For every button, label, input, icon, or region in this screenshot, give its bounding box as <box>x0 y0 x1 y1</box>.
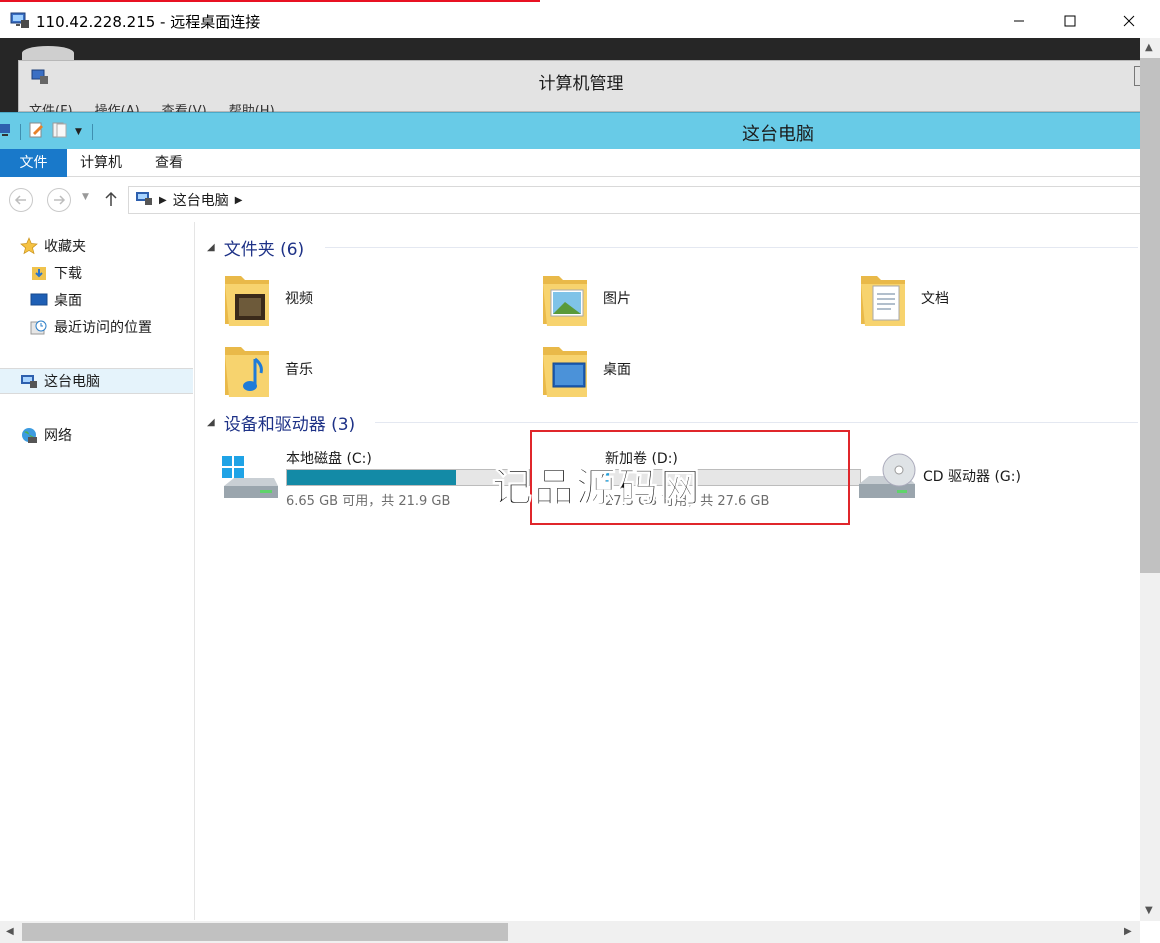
this-pc-small-icon <box>0 122 14 142</box>
music-folder-icon <box>225 347 269 397</box>
folder-music[interactable]: 音乐 <box>221 337 313 401</box>
sidebar-item-recent[interactable]: 最近访问的位置 <box>30 314 152 340</box>
navigation-pane: 收藏夹 下载 桌面 最近访问的位置 这台电脑 网络 <box>0 222 195 920</box>
folder-label: 桌面 <box>603 362 631 378</box>
folder-label: 视频 <box>285 291 313 307</box>
quick-access-toolbar: ▼ <box>0 121 93 143</box>
sidebar-item-label: 最近访问的位置 <box>54 320 152 336</box>
pictures-folder-icon <box>543 276 587 326</box>
folder-desktop[interactable]: 桌面 <box>539 337 631 401</box>
scroll-up-icon[interactable]: ▲ <box>1145 42 1153 53</box>
minimize-button[interactable] <box>996 2 1042 40</box>
ribbon-tabs: 文件 计算机 查看 <box>0 149 1140 177</box>
computer-management-title: 计算机管理 <box>538 74 624 94</box>
folder-documents[interactable]: 文档 <box>857 266 949 330</box>
folders-group-header[interactable]: ◢ 文件夹 (6) <box>207 235 305 260</box>
sidebar-item-downloads[interactable]: 下载 <box>30 260 82 286</box>
sidebar-item-network[interactable]: 网络 <box>20 422 72 448</box>
folder-pictures[interactable]: 图片 <box>539 266 631 330</box>
remote-desktop-background <box>0 38 1160 60</box>
desktop-folder-icon <box>543 347 587 397</box>
drive-label: CD 驱动器 (G:) <box>923 469 1021 485</box>
group-title: 设备和驱动器 (3) <box>223 414 356 435</box>
sidebar-item-label: 网络 <box>44 428 72 444</box>
breadcrumb-chevron-icon[interactable]: ▶ <box>159 195 167 206</box>
remote-desktop-icon <box>10 12 30 30</box>
drive-space-info: 6.65 GB 可用，共 21.9 GB <box>286 494 451 509</box>
sidebar-item-favorites[interactable]: 收藏夹 <box>20 233 86 259</box>
up-arrow-icon[interactable] <box>104 190 118 212</box>
folder-videos[interactable]: 视频 <box>221 266 313 330</box>
forward-button[interactable] <box>47 188 71 212</box>
sidebar-item-label: 下载 <box>54 266 82 282</box>
rdp-titlebar: 110.42.228.215 - 远程桌面连接 <box>0 0 1160 38</box>
sidebar-item-this-pc[interactable]: 这台电脑 <box>0 368 193 394</box>
tab-view[interactable]: 查看 <box>142 149 196 177</box>
downloads-folder-icon <box>30 264 48 282</box>
address-bar[interactable]: ▶ 这台电脑 ▶ <box>128 186 1140 214</box>
new-folder-icon[interactable] <box>51 121 69 143</box>
computer-management-window[interactable]: 计算机管理 文件(F) 操作(A) 查看(V) 帮助(H) <box>18 60 1142 113</box>
back-button[interactable] <box>9 188 33 212</box>
folder-label: 图片 <box>603 291 631 307</box>
sidebar-item-label: 桌面 <box>54 293 82 309</box>
drive-label: 本地磁盘 (C:) <box>286 451 372 467</box>
group-title: 文件夹 (6) <box>223 239 305 260</box>
folder-label: 文档 <box>921 291 949 307</box>
scroll-down-icon[interactable]: ▼ <box>1145 905 1153 916</box>
collapse-chevron-icon[interactable]: ◢ <box>207 242 215 253</box>
horizontal-scroll-thumb[interactable] <box>22 923 508 941</box>
tab-computer[interactable]: 计算机 <box>67 149 135 177</box>
computer-icon <box>20 372 38 390</box>
star-icon <box>20 237 38 255</box>
sidebar-item-desktop[interactable]: 桌面 <box>30 287 82 313</box>
breadcrumb[interactable]: 这台电脑 <box>173 190 229 210</box>
documents-folder-icon <box>861 276 905 326</box>
content-pane: ◢ 文件夹 (6) 视频 图片 文档 音乐 桌面 ◢ 设备和驱动器 (3) 本地… <box>195 222 1138 920</box>
videos-folder-icon <box>225 276 269 326</box>
sidebar-item-label: 收藏夹 <box>44 239 86 255</box>
close-button[interactable] <box>1106 2 1152 40</box>
remote-desktop-background <box>0 60 18 120</box>
tab-file[interactable]: 文件 <box>0 149 67 177</box>
devices-group-header[interactable]: ◢ 设备和驱动器 (3) <box>207 410 356 435</box>
watermark: 记品源码网 <box>492 465 702 512</box>
scroll-left-icon[interactable]: ◀ <box>6 926 14 937</box>
this-pc-small-icon <box>135 190 153 210</box>
explorer-title: 这台电脑 <box>742 124 814 145</box>
cd-drive-icon <box>859 453 916 498</box>
desktop-icon <box>30 291 48 309</box>
sidebar-item-label: 这台电脑 <box>44 374 100 390</box>
vertical-scroll-thumb[interactable] <box>1140 58 1160 573</box>
drive-usage-fill <box>287 470 457 485</box>
window-title: 110.42.228.215 - 远程桌面连接 <box>36 13 261 31</box>
windows-drive-icon <box>222 456 278 498</box>
network-globe-icon <box>20 426 38 444</box>
recycle-bin-icon <box>22 46 74 60</box>
recent-locations-dropdown-icon[interactable]: ▼ <box>82 192 89 202</box>
maximize-button[interactable] <box>1047 2 1093 40</box>
scroll-right-icon[interactable]: ▶ <box>1124 926 1132 937</box>
scrollbar-corner <box>1140 921 1160 943</box>
properties-icon[interactable] <box>27 121 45 143</box>
recent-places-icon <box>30 318 48 336</box>
customize-dropdown-icon[interactable]: ▼ <box>75 127 82 137</box>
collapse-chevron-icon[interactable]: ◢ <box>207 417 215 428</box>
explorer-titlebar: 这台电脑 ▼ <box>0 112 1140 149</box>
drive-g[interactable]: CD 驱动器 (G:) <box>857 442 1117 512</box>
address-bar-row: ▼ ▶ 这台电脑 ▶ <box>0 178 1140 222</box>
breadcrumb-chevron-icon[interactable]: ▶ <box>235 195 243 206</box>
folder-label: 音乐 <box>285 362 313 378</box>
